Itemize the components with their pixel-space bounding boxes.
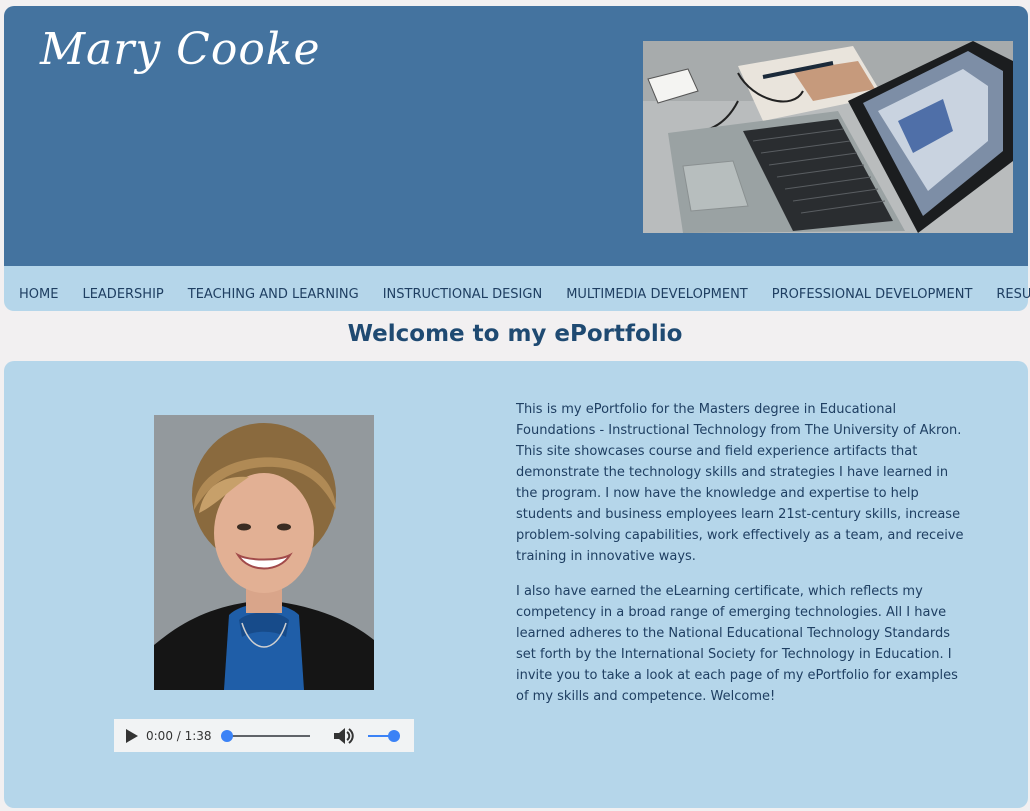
audio-seek-bar[interactable] [220,729,310,742]
nav-item-resume[interactable]: RESUME [996,287,1030,302]
main-nav: HOME LEADERSHIP TEACHING AND LEARNING IN… [4,266,1030,311]
page: Mary Cooke HOME LEADERSHIP TEACHING AND … [0,0,1030,811]
intro-paragraph-1: This is my ePortfolio for the Masters de… [516,402,964,564]
nav-item-instructional-design[interactable]: INSTRUCTIONAL DESIGN [383,287,543,302]
audio-time-display: 0:00 / 1:38 [146,728,212,743]
intro-paragraph-2: I also have earned the eLearning certifi… [516,584,958,704]
play-icon[interactable] [126,728,138,743]
audio-seek-thumb[interactable] [220,729,233,742]
header-photo-laptop [643,41,1013,233]
nav-item-multimedia-development[interactable]: MULTIMEDIA DEVELOPMENT [566,287,748,302]
volume-slider[interactable] [367,729,400,742]
portrait-photo [154,415,374,690]
audio-player: 0:00 / 1:38 [114,719,414,752]
volume-thumb[interactable] [387,729,400,742]
intro-text: This is my ePortfolio for the Masters de… [516,399,966,721]
site-title: Mary Cooke [40,24,321,75]
nav-item-home[interactable]: HOME [19,287,58,302]
volume-icon[interactable] [333,727,354,745]
nav-item-leadership[interactable]: LEADERSHIP [82,287,163,302]
page-title: Welcome to my ePortfolio [347,321,683,347]
site-header: Mary Cooke [4,6,1028,268]
main-content: 0:00 / 1:38 This is my ePortfolio for th… [4,361,1028,808]
nav-item-teaching-and-learning[interactable]: TEACHING AND LEARNING [188,287,359,302]
nav-item-professional-development[interactable]: PROFESSIONAL DEVELOPMENT [772,287,973,302]
